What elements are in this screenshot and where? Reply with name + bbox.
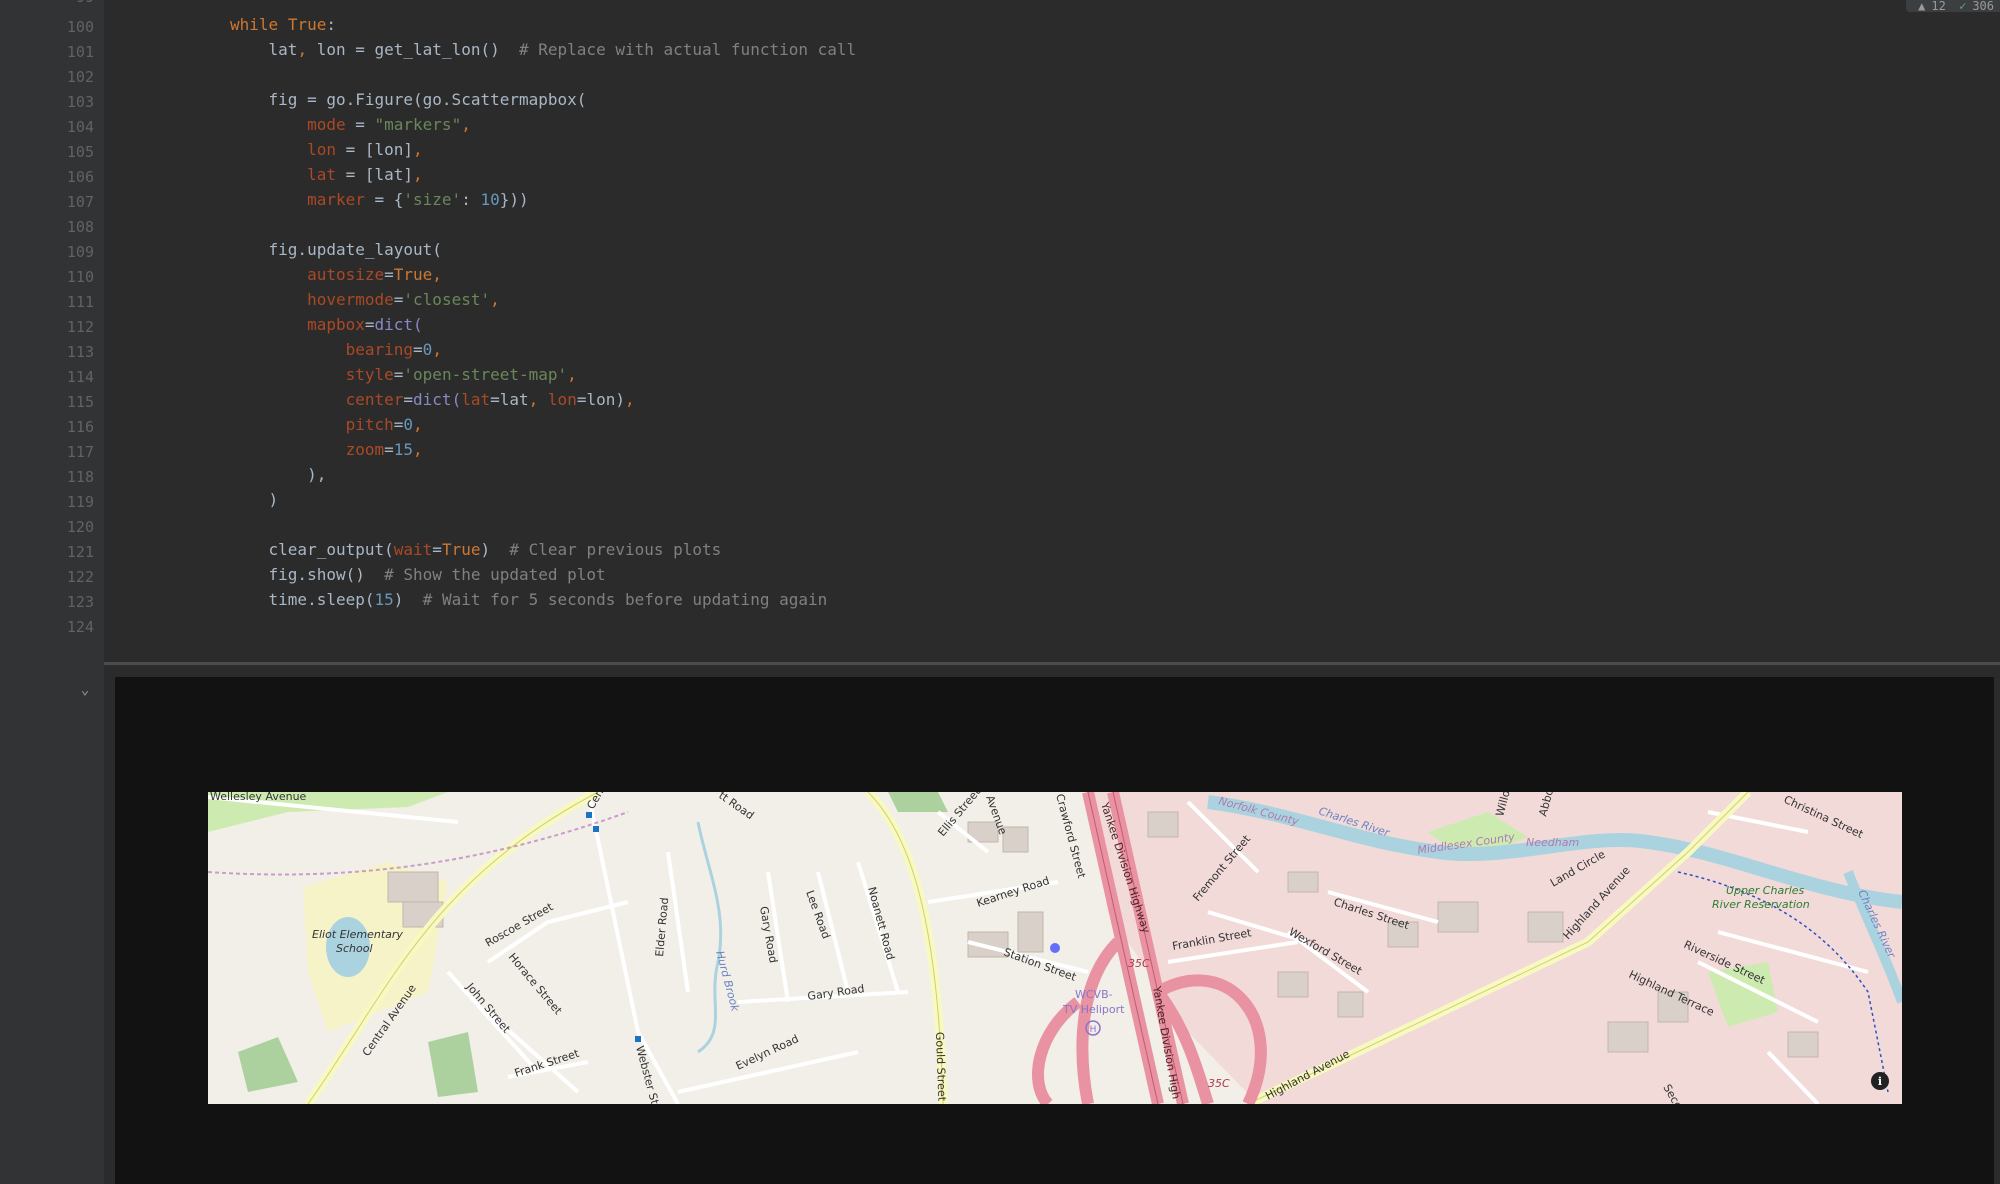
- map-label: WCVB-: [1075, 988, 1113, 1001]
- code-line-123: time.sleep(15) # Wait for 5 seconds befo…: [268, 590, 828, 609]
- code-line-100: while True:: [230, 15, 336, 34]
- code-line-111: hovermode='closest',: [307, 290, 500, 309]
- code-line-115: center=dict(lat=lat, lon=lon),: [345, 390, 635, 409]
- line-number: 117: [66, 443, 94, 461]
- map-label: 35C: [1128, 957, 1150, 970]
- line-number: 99: [0, 0, 94, 5]
- line-number: 112: [66, 318, 94, 336]
- code-line-109: fig.update_layout(: [268, 240, 442, 259]
- bus-stop-icon: [586, 812, 592, 818]
- code-line-113: bearing=0,: [345, 340, 442, 359]
- line-number: 124: [66, 618, 94, 636]
- code-line-105: lon = [lon],: [307, 140, 423, 159]
- line-number: 107: [66, 193, 94, 211]
- line-number: 109: [66, 243, 94, 261]
- line-number: 114: [66, 368, 94, 386]
- code-line-114: style='open-street-map',: [345, 365, 577, 384]
- line-number: 123: [66, 593, 94, 611]
- code-line-122: fig.show() # Show the updated plot: [268, 565, 606, 584]
- line-number: 104: [66, 118, 94, 136]
- cell-output: H Wellesley Avenue Eliot Elementary Scho…: [115, 677, 1994, 1184]
- map-plot[interactable]: H Wellesley Avenue Eliot Elementary Scho…: [208, 792, 1902, 1104]
- map-label: Eliot Elementary: [312, 928, 403, 941]
- park-area: [888, 792, 948, 812]
- map-canvas[interactable]: H Wellesley Avenue Eliot Elementary Scho…: [208, 792, 1902, 1104]
- svg-text:i: i: [1878, 1075, 1882, 1088]
- line-number: 108: [66, 218, 94, 236]
- line-number: 110: [66, 268, 94, 286]
- map-label: TV Heliport: [1062, 1003, 1125, 1016]
- line-number: 121: [66, 543, 94, 561]
- code-area[interactable]: while True: lat, lon = get_lat_lon() # R…: [115, 15, 1995, 655]
- code-line-118: ),: [307, 465, 327, 484]
- map-label: Wellesley Avenue: [210, 792, 307, 803]
- code-line-112: mapbox=dict(: [307, 315, 423, 334]
- map-label: School: [336, 942, 373, 955]
- code-line-121: clear_output(wait=True) # Clear previous…: [268, 540, 722, 559]
- map-label: Upper Charles: [1726, 884, 1805, 897]
- line-number: 118: [66, 468, 94, 486]
- code-line-103: fig = go.Figure(go.Scattermapbox(: [268, 90, 587, 109]
- line-number: 100: [66, 18, 94, 36]
- line-number: 116: [66, 418, 94, 436]
- line-number: 102: [66, 68, 94, 86]
- code-line-104: mode = "markers",: [307, 115, 471, 134]
- line-number: 115: [66, 393, 94, 411]
- code-editor[interactable]: 99 100 101 102 103 104 105 106 107 108 109 110 111 1…: [0, 0, 2000, 664]
- line-number: 119: [66, 493, 94, 511]
- line-number: 105: [66, 143, 94, 161]
- line-number: 101: [66, 43, 94, 61]
- line-number: 113: [66, 343, 94, 361]
- code-line-106: lat = [lat],: [307, 165, 423, 184]
- code-line-119: ): [268, 490, 279, 509]
- collapse-output-chevron-icon[interactable]: ⌄: [76, 682, 94, 700]
- map-label: Gould Street: [933, 1032, 948, 1102]
- bus-stop-icon: [593, 826, 599, 832]
- line-number: 106: [66, 168, 94, 186]
- code-line-110: autosize=True,: [307, 265, 442, 284]
- map-label: 35C: [1208, 1077, 1230, 1090]
- map-label: Needham: [1526, 836, 1579, 849]
- svg-text:H: H: [1090, 1025, 1097, 1035]
- cell-separator: [104, 662, 2000, 665]
- line-number: 122: [66, 568, 94, 586]
- code-line-116: pitch=0,: [345, 415, 423, 434]
- map-label: River Reservation: [1712, 898, 1810, 911]
- scatter-marker[interactable]: [1050, 943, 1060, 953]
- line-number: 103: [66, 93, 94, 111]
- code-line-101: lat, lon = get_lat_lon() # Replace with …: [268, 40, 857, 59]
- bus-stop-icon: [635, 1036, 641, 1042]
- code-line-117: zoom=15,: [345, 440, 423, 459]
- line-number: 111: [66, 293, 94, 311]
- code-line-107: marker = {'size': 10})): [307, 190, 529, 209]
- line-number: 120: [66, 518, 94, 536]
